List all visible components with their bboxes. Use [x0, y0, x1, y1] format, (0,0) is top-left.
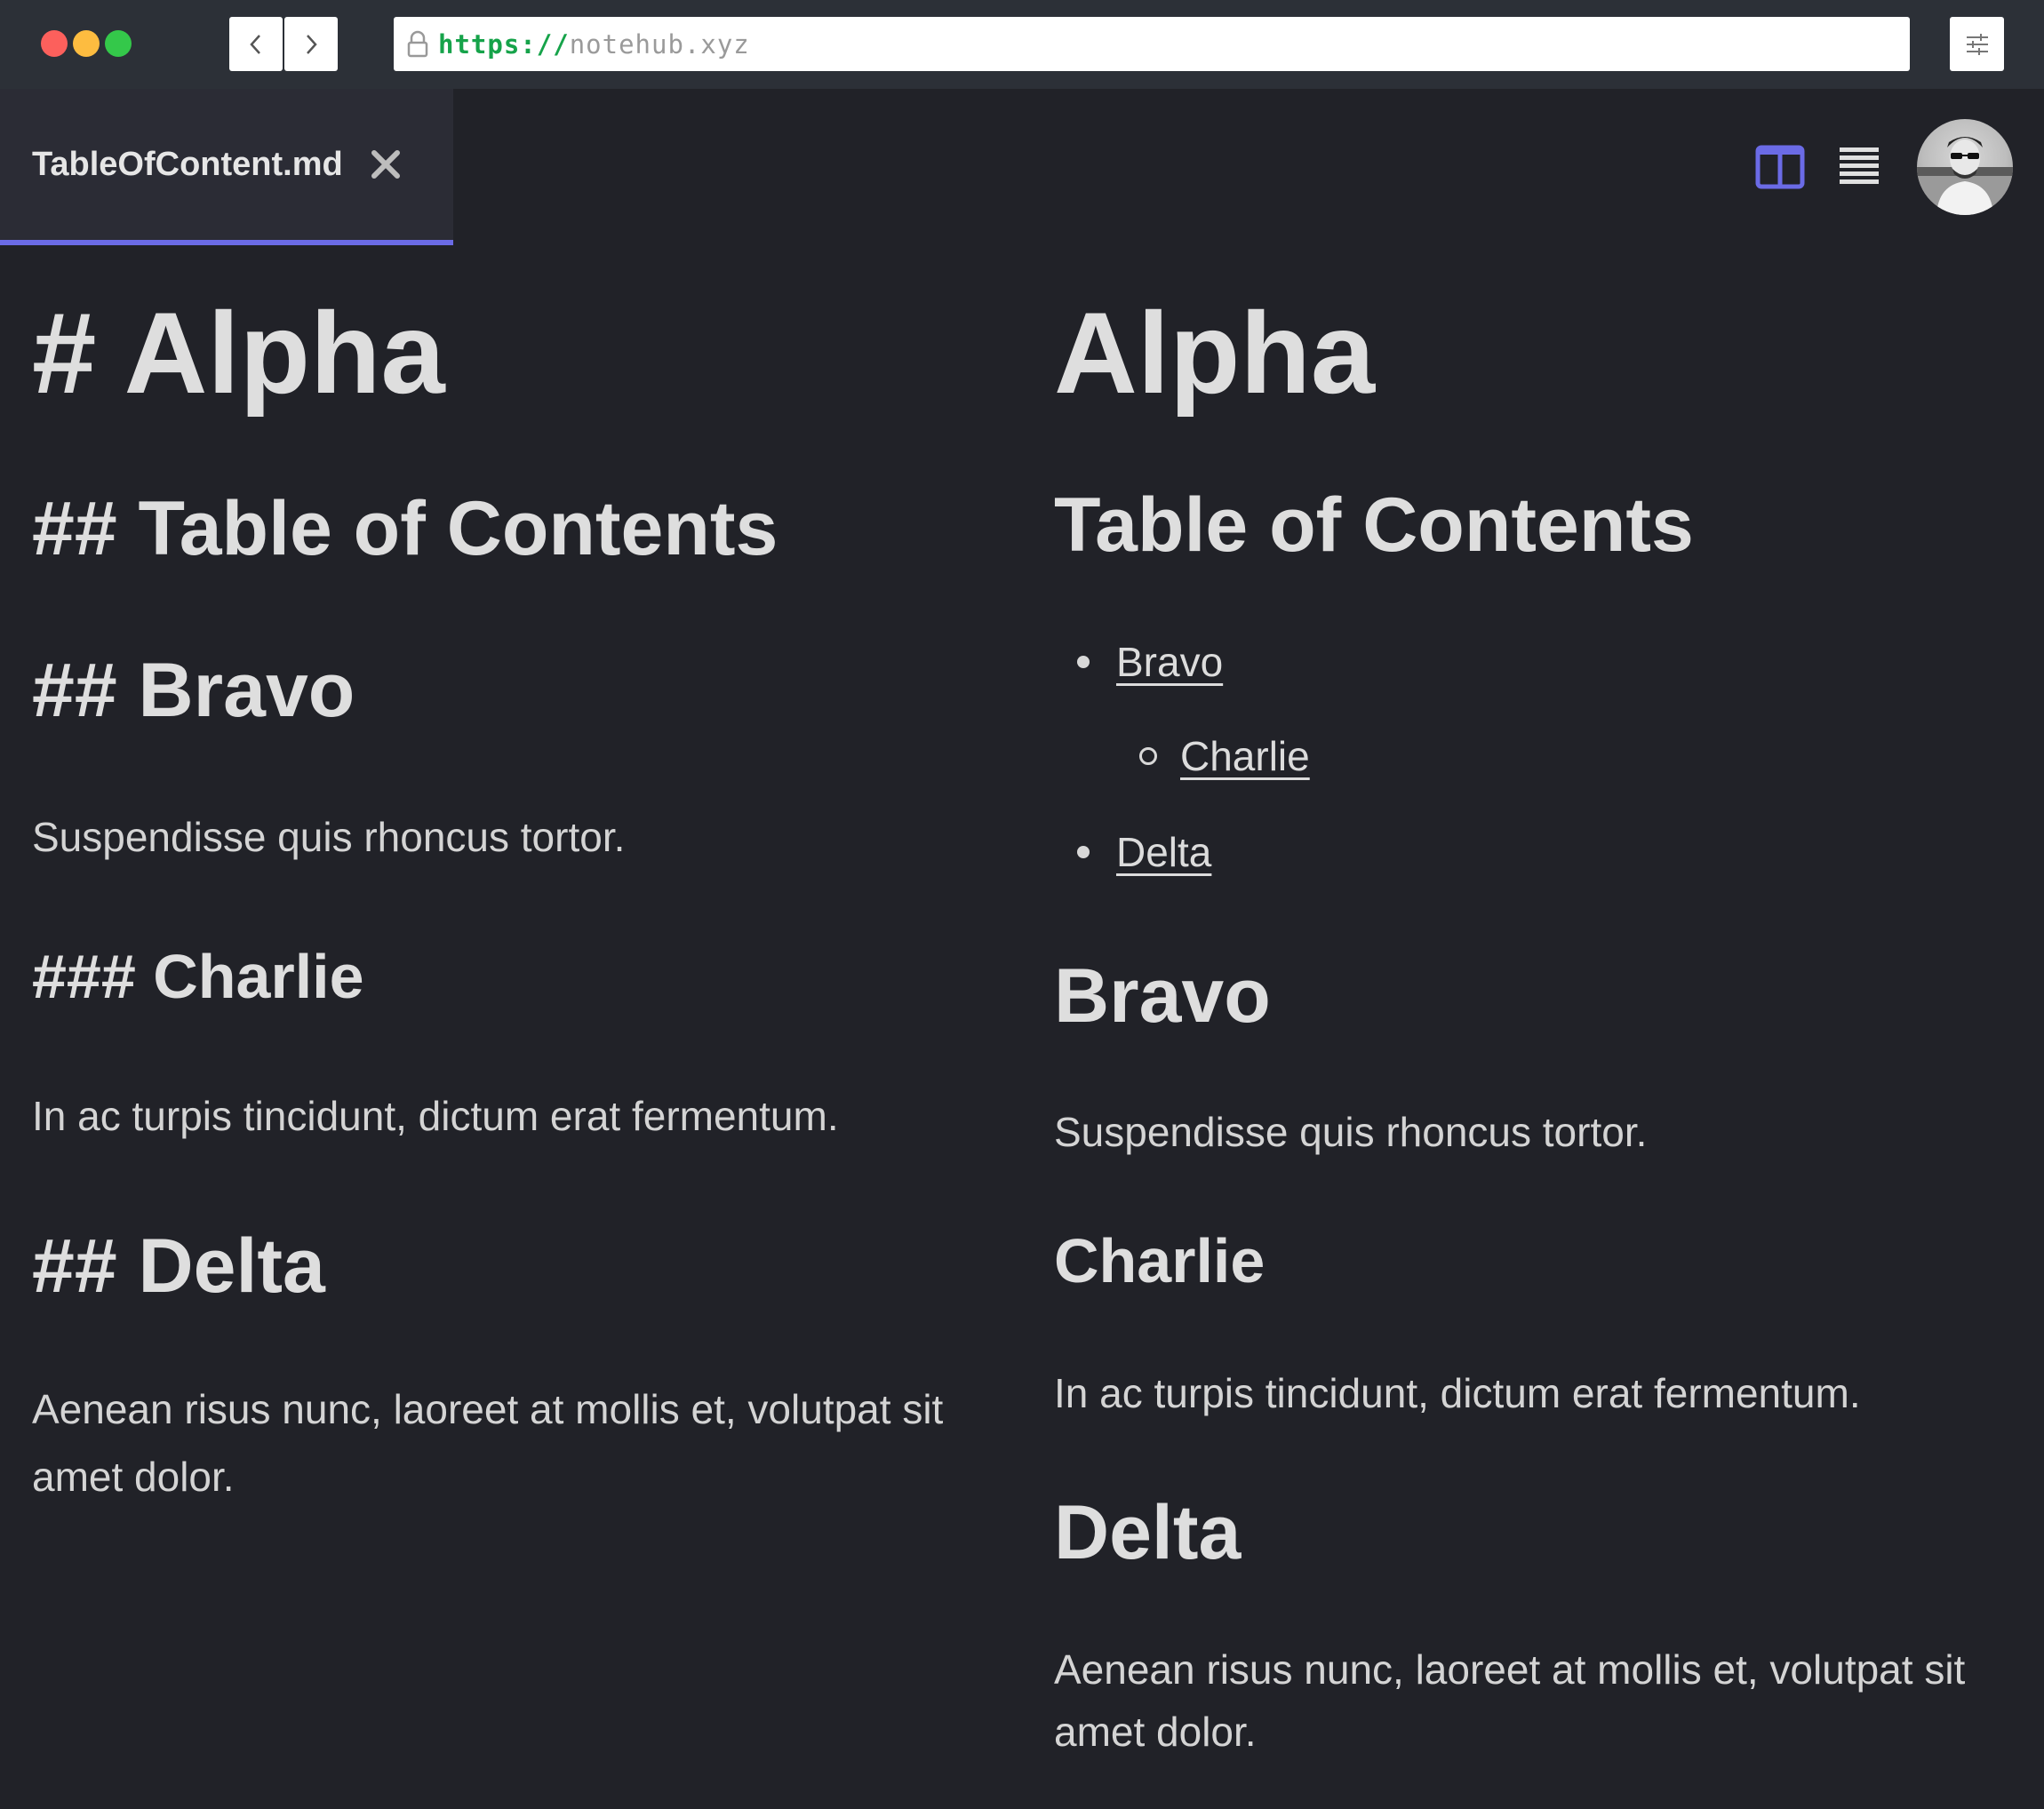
lock-icon	[406, 30, 429, 59]
avatar[interactable]	[1917, 119, 2013, 215]
toc-link-bravo[interactable]: Bravo	[1116, 642, 1223, 682]
editor-charlie-heading: ### Charlie	[32, 942, 364, 1011]
chevron-right-icon	[307, 34, 317, 54]
user-photo	[1917, 137, 2013, 215]
editor-toc-heading: ## Table of Contents	[32, 486, 778, 571]
toc-item-delta: Delta	[1077, 832, 1211, 873]
preview-h1: Alpha	[1054, 288, 1376, 418]
preview-charlie-heading: Charlie	[1054, 1226, 1266, 1295]
hollow-bullet-icon	[1139, 747, 1157, 765]
preview-delta-text: Aenean risus nunc, laoreet at mollis et,…	[1054, 1646, 1966, 1755]
window-maximize-button[interactable]	[105, 30, 132, 57]
back-button[interactable]	[229, 17, 283, 71]
forward-button[interactable]	[284, 17, 338, 71]
editor-bravo-heading: ## Bravo	[32, 648, 355, 733]
tab-title: TableOfContent.md	[32, 145, 343, 183]
editor-delta-heading: ## Delta	[32, 1223, 325, 1309]
editor-delta-text: Aenean risus nunc, laoreet at mollis et,…	[32, 1386, 944, 1500]
preview-toc-heading: Table of Contents	[1054, 482, 1694, 568]
file-tab[interactable]: TableOfContent.md	[0, 89, 453, 245]
toc-link-delta[interactable]: Delta	[1116, 832, 1211, 873]
app-header: TableOfContent.md	[0, 89, 2044, 245]
chevron-left-icon	[250, 34, 260, 54]
window-close-button[interactable]	[41, 30, 68, 57]
toc-item-charlie: Charlie	[1139, 736, 1310, 777]
editor-charlie-text: In ac turpis tincidunt, dictum erat ferm…	[32, 1093, 839, 1139]
address-bar[interactable]: https:// notehub.xyz	[394, 17, 1910, 71]
sliders-icon	[1966, 33, 1988, 55]
url-host: notehub.xyz	[569, 28, 750, 60]
list-view-icon[interactable]	[1838, 146, 1880, 188]
preview-charlie-text: In ac turpis tincidunt, dictum erat ferm…	[1054, 1370, 1861, 1416]
toc-link-charlie[interactable]: Charlie	[1180, 736, 1310, 777]
preview-bravo-text: Suspendisse quis rhoncus tortor.	[1054, 1109, 1648, 1155]
url-scheme: https://	[438, 28, 570, 60]
browser-settings-button[interactable]	[1950, 17, 2004, 71]
toc-item-bravo: Bravo	[1077, 642, 1223, 682]
close-icon[interactable]	[370, 148, 402, 180]
preview-delta-heading: Delta	[1054, 1490, 1242, 1575]
editor-bravo-text: Suspendisse quis rhoncus tortor.	[32, 814, 626, 860]
window-minimize-button[interactable]	[73, 30, 100, 57]
bullet-icon	[1077, 846, 1090, 858]
bullet-icon	[1077, 656, 1090, 668]
editor-h1: # Alpha	[32, 288, 445, 418]
preview-bravo-heading: Bravo	[1054, 953, 1271, 1039]
split-view-icon[interactable]	[1755, 145, 1805, 189]
browser-toolbar: https:// notehub.xyz	[0, 0, 2044, 89]
